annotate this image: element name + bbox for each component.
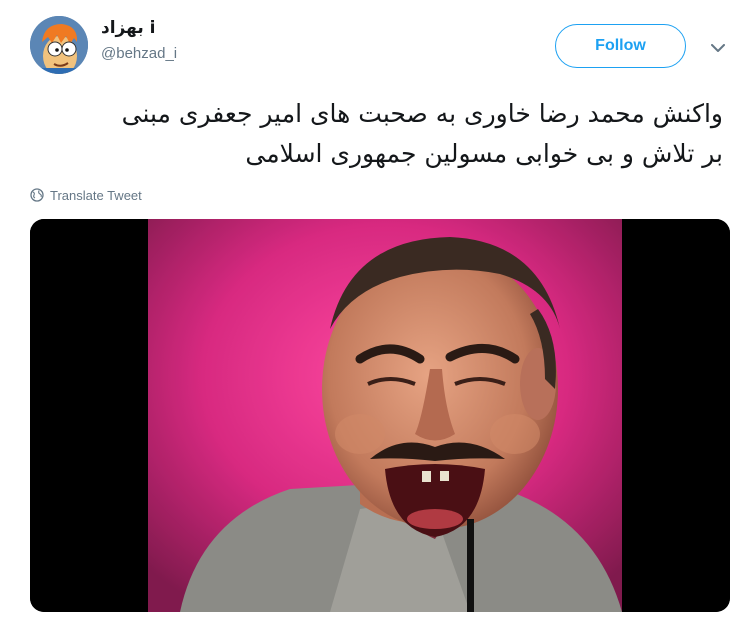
tweet-media-image[interactable] [30, 219, 730, 612]
display-name[interactable]: بهزاد i [101, 17, 177, 39]
user-names: بهزاد i @behzad_i [101, 17, 177, 65]
translate-tweet-link[interactable]: Translate Tweet [30, 185, 142, 205]
user-handle[interactable]: @behzad_i [101, 43, 177, 65]
tweet-card: بهزاد i @behzad_i Follow واکنش محمد رضا … [0, 0, 753, 623]
follow-button[interactable]: Follow [555, 24, 686, 68]
tweet-text-line: واکنش محمد رضا خاوری به صحبت های امیر جع… [121, 99, 723, 128]
tweet-text: واکنش محمد رضا خاوری به صحبت های امیر جع… [30, 94, 723, 174]
avatar[interactable] [30, 16, 88, 74]
tweet-text-line: بر تلاش و بی خوابی مسولین جمهوری اسلامی [245, 139, 723, 168]
cartoon-avatar-icon [30, 16, 88, 74]
globe-icon [30, 188, 44, 202]
laughing-man-image [30, 219, 730, 612]
chevron-down-icon[interactable] [708, 38, 728, 58]
translate-label: Translate Tweet [50, 187, 142, 203]
